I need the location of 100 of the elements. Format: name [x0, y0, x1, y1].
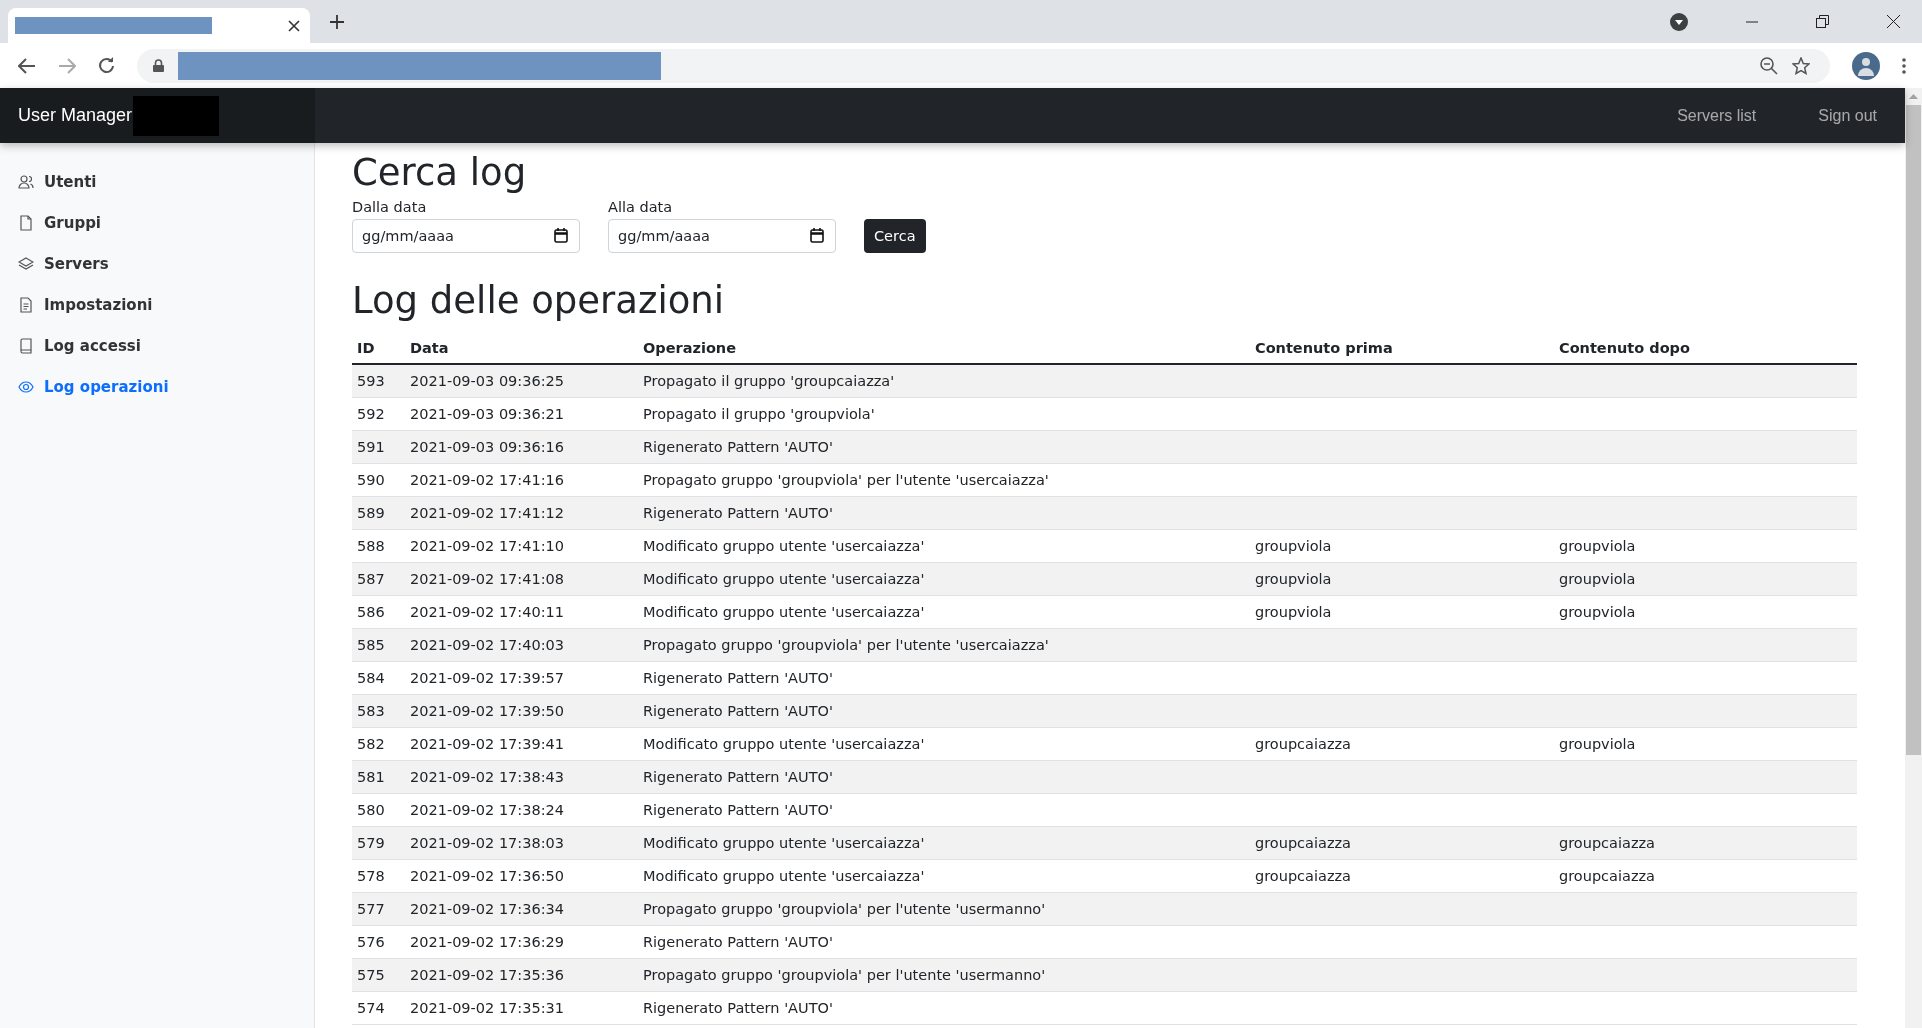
- nav-link[interactable]: Servers list: [1677, 106, 1757, 125]
- table-cell: Propagato il gruppo 'groupviola': [643, 406, 875, 422]
- table-cell: 580: [357, 802, 385, 818]
- table-cell: 578: [357, 868, 385, 884]
- table-cell: Rigenerato Pattern 'AUTO': [643, 703, 833, 719]
- table-cell: 2021-09-02 17:38:03: [410, 835, 564, 851]
- table-cell: Modificato gruppo utente 'usercaiazza': [643, 571, 925, 587]
- table-cell: 2021-09-02 17:41:10: [410, 538, 564, 554]
- star-icon[interactable]: [1792, 56, 1810, 75]
- search-button[interactable]: Cerca: [864, 219, 926, 253]
- people-icon: [18, 173, 34, 190]
- table-cell: groupcaiazza: [1559, 835, 1655, 851]
- table-cell: groupviola: [1255, 538, 1332, 554]
- table-cell: 589: [357, 505, 385, 521]
- table-cell: groupviola: [1255, 604, 1332, 620]
- date-field[interactable]: gg/mm/aaaa: [608, 219, 836, 253]
- table-cell: Propagato il gruppo 'groupcaiazza': [643, 373, 895, 389]
- reload-icon[interactable]: [98, 57, 115, 74]
- table-cell: groupcaiazza: [1559, 868, 1655, 884]
- sidebar-item[interactable]: Servers: [0, 243, 314, 284]
- table-cell: 2021-09-02 17:35:31: [410, 1000, 564, 1016]
- table-cell: 588: [357, 538, 385, 554]
- table-cell: 2021-09-02 17:41:16: [410, 472, 564, 488]
- table-cell: 2021-09-03 09:36:16: [410, 439, 564, 455]
- table-cell: 2021-09-02 17:36:50: [410, 868, 564, 884]
- table-cell: Rigenerato Pattern 'AUTO': [643, 1000, 833, 1016]
- sidebar-item[interactable]: Log operazioni: [0, 366, 314, 407]
- eye-icon: [18, 378, 34, 395]
- close-icon[interactable]: [288, 19, 300, 32]
- table-cell: 585: [357, 637, 385, 653]
- table-cell: 2021-09-02 17:39:50: [410, 703, 564, 719]
- table-cell: groupcaiazza: [1255, 736, 1351, 752]
- table-cell: 2021-09-02 17:36:29: [410, 934, 564, 950]
- section-heading: Cerca log: [352, 150, 528, 195]
- minimize-icon[interactable]: [1746, 20, 1758, 23]
- table-cell: Modificato gruppo utente 'usercaiazza': [643, 835, 925, 851]
- table-cell: 2021-09-02 17:36:34: [410, 901, 564, 917]
- sidebar-item[interactable]: Impostazioni: [0, 284, 314, 325]
- table-cell: 2021-09-02 17:41:08: [410, 571, 564, 587]
- lock-icon: [153, 59, 164, 72]
- table-cell: Rigenerato Pattern 'AUTO': [643, 802, 833, 818]
- table-cell: 577: [357, 901, 385, 917]
- table-cell: 579: [357, 835, 385, 851]
- file-icon: [18, 214, 34, 231]
- table-cell: 587: [357, 571, 385, 587]
- table-cell: Propagato gruppo 'groupviola' per l'utente 'usercaiazza': [643, 472, 1049, 488]
- book-icon: [18, 337, 34, 354]
- table-cell: groupviola: [1559, 538, 1636, 554]
- section-heading: Log delle operazioni: [352, 278, 726, 323]
- table-cell: groupviola: [1559, 736, 1636, 752]
- zoom-out-icon[interactable]: [1760, 56, 1778, 75]
- table-cell: 592: [357, 406, 385, 422]
- close-icon[interactable]: [1887, 15, 1900, 28]
- table-cell: Rigenerato Pattern 'AUTO': [643, 769, 833, 785]
- table-cell: 581: [357, 769, 385, 785]
- table-cell: Propagato gruppo 'groupviola' per l'utente 'usermanno': [643, 901, 1046, 917]
- table-cell: 576: [357, 934, 385, 950]
- table-cell: 584: [357, 670, 385, 686]
- sidebar-item[interactable]: Log accessi: [0, 325, 314, 366]
- table-cell: Rigenerato Pattern 'AUTO': [643, 505, 833, 521]
- table-cell: Propagato gruppo 'groupviola' per l'utente 'usermanno': [643, 967, 1046, 983]
- table-cell: groupviola: [1255, 571, 1332, 587]
- address-bar[interactable]: [137, 48, 1830, 83]
- table-cell: 2021-09-02 17:40:11: [410, 604, 564, 620]
- table-cell: Modificato gruppo utente 'usercaiazza': [643, 604, 925, 620]
- calendar-icon[interactable]: [810, 228, 824, 243]
- table-cell: 574: [357, 1000, 385, 1016]
- field-label: Dalla data: [352, 199, 428, 215]
- table-cell: 2021-09-02 17:38:24: [410, 802, 564, 818]
- table-cell: 575: [357, 967, 385, 983]
- table-cell: 591: [357, 439, 385, 455]
- layers-icon: [18, 255, 34, 272]
- app-brand[interactable]: User Manager: [18, 105, 133, 126]
- table-cell: 2021-09-02 17:39:41: [410, 736, 564, 752]
- table-cell: Rigenerato Pattern 'AUTO': [643, 934, 833, 950]
- table-cell: 2021-09-02 17:35:36: [410, 967, 564, 983]
- restore-icon[interactable]: [1816, 15, 1829, 28]
- table-cell: groupviola: [1559, 571, 1636, 587]
- table-cell: 2021-09-02 17:39:57: [410, 670, 564, 686]
- table-cell: 593: [357, 373, 385, 389]
- table-cell: Modificato gruppo utente 'usercaiazza': [643, 538, 925, 554]
- back-arrow-icon[interactable]: [18, 57, 36, 74]
- calendar-icon[interactable]: [554, 228, 568, 243]
- avatar-icon[interactable]: [1852, 51, 1880, 80]
- table-cell: Rigenerato Pattern 'AUTO': [643, 439, 833, 455]
- nav-link[interactable]: Sign out: [1818, 106, 1877, 125]
- table-cell: Propagato gruppo 'groupviola' per l'utente 'usercaiazza': [643, 637, 1049, 653]
- scrollbar[interactable]: [1905, 88, 1922, 1028]
- date-field[interactable]: gg/mm/aaaa: [352, 219, 580, 253]
- table-cell: 586: [357, 604, 385, 620]
- dropdown-icon[interactable]: [1670, 12, 1688, 31]
- menu-icon[interactable]: [1902, 57, 1906, 74]
- table-cell: 590: [357, 472, 385, 488]
- sidebar-item[interactable]: Gruppi: [0, 202, 314, 243]
- table-cell: groupcaiazza: [1255, 835, 1351, 851]
- scrollbar-thumb[interactable]: [1906, 105, 1921, 755]
- sidebar-item[interactable]: Utenti: [0, 161, 314, 202]
- new-tab-icon[interactable]: [330, 14, 344, 29]
- table-cell: 583: [357, 703, 385, 719]
- table-cell: 2021-09-03 09:36:21: [410, 406, 564, 422]
